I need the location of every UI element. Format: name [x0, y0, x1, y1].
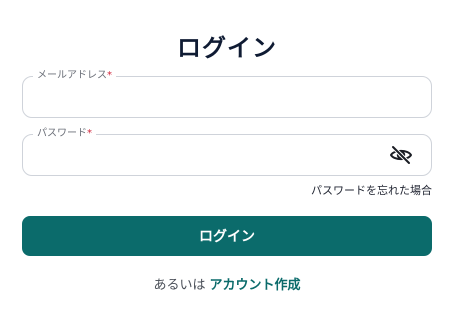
email-required-mark: *: [107, 70, 112, 81]
password-input[interactable]: [35, 143, 375, 167]
create-account-link[interactable]: アカウント作成: [210, 278, 301, 293]
email-label-text: メールアドレス: [37, 70, 107, 81]
password-field[interactable]: パスワード*: [22, 127, 432, 176]
eye-off-icon-svg: [390, 145, 412, 165]
forgot-password-link[interactable]: パスワードを忘れた場合: [311, 182, 432, 198]
eye-off-icon[interactable]: [389, 144, 413, 166]
password-label-text: パスワード: [37, 128, 87, 139]
email-field[interactable]: メールアドレス*: [22, 69, 432, 118]
email-input[interactable]: [35, 85, 375, 109]
login-button[interactable]: ログイン: [22, 216, 432, 256]
create-account-row: あるいは アカウント作成: [0, 274, 454, 293]
page-title: ログイン: [177, 34, 277, 62]
email-field-label: メールアドレス*: [33, 69, 116, 83]
or-text: あるいは: [153, 278, 206, 293]
password-field-label: パスワード*: [33, 127, 96, 141]
password-required-mark: *: [87, 128, 92, 139]
